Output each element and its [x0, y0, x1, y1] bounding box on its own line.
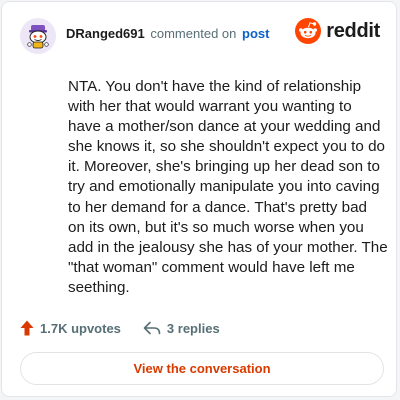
replies-count: 3 replies	[166, 320, 220, 336]
upvote-button[interactable]: 1.7K upvotes	[20, 320, 121, 336]
comment-card: DRanged691 commented on post reddit NTA.…	[1, 1, 397, 397]
reply-arrow-icon	[143, 321, 161, 335]
brand-name: reddit	[326, 19, 380, 42]
post-link[interactable]: post	[242, 26, 269, 41]
reddit-brand[interactable]: reddit	[295, 18, 380, 44]
comment-header: DRanged691 commented on post reddit	[16, 16, 382, 56]
replies-button[interactable]: 3 replies	[143, 321, 220, 336]
user-avatar[interactable]	[20, 18, 56, 54]
reddit-logo-icon	[295, 18, 322, 44]
view-conversation-button[interactable]: View the conversation	[20, 352, 384, 385]
comment-actions: 1.7K upvotes 3 replies	[20, 318, 220, 338]
comment-meta: DRanged691 commented on post	[66, 26, 269, 42]
upvote-count: 1.7K upvotes	[40, 320, 121, 336]
comment-body: NTA. You don't have the kind of relation…	[68, 78, 388, 296]
username[interactable]: DRanged691	[66, 26, 145, 41]
upvote-arrow-icon	[20, 320, 34, 336]
commented-on-text: commented on	[150, 26, 237, 41]
snoo-avatar-icon	[27, 25, 49, 49]
